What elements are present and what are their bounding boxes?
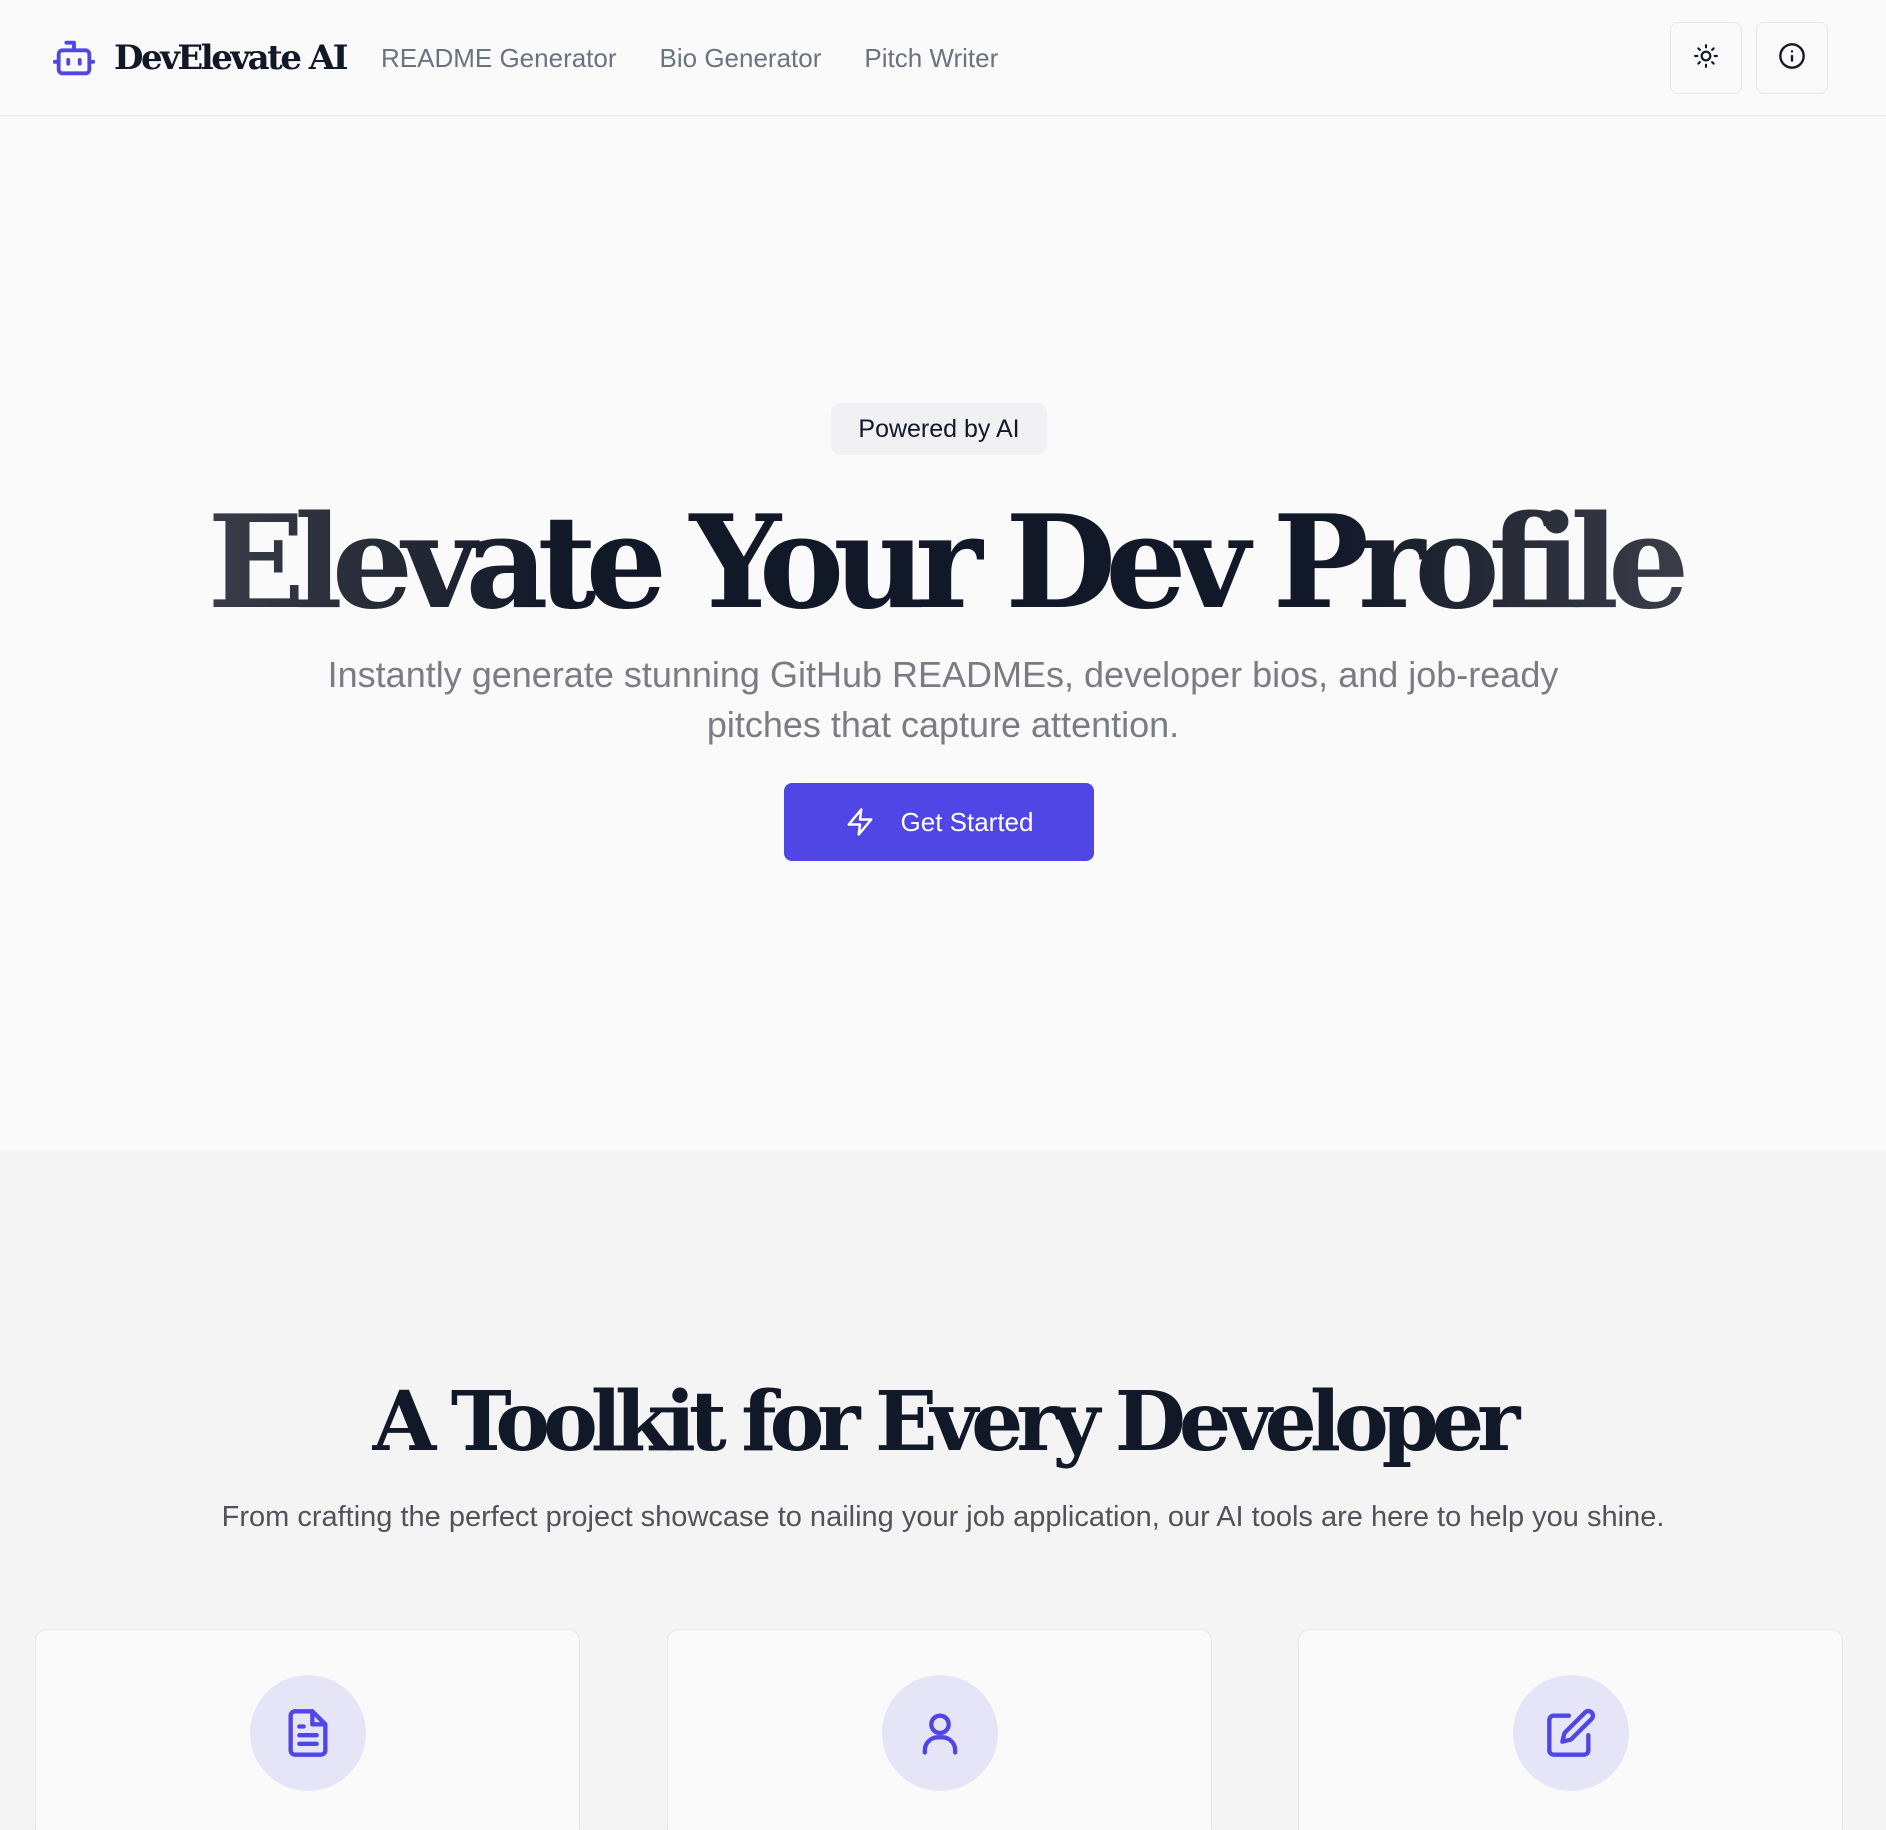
main-nav: README Generator Bio Generator Pitch Wri… [381,38,998,78]
user-icon [914,1707,966,1759]
zap-icon [845,807,875,837]
file-text-icon [282,1707,334,1759]
features-subtitle: From crafting the perfect project showca… [221,1501,1665,1533]
features-title: A Toolkit for Every Developer [372,1374,1521,1470]
info-button[interactable] [1756,22,1828,94]
brand-name: DevElevate AI [114,38,349,78]
get-started-label: Get Started [900,806,1034,837]
feature-card-readme[interactable] [35,1629,580,1830]
feature-icon-circle [882,1675,998,1791]
top-nav-bar: DevElevate AI README Generator Bio Gener… [0,0,1886,116]
nav-link-bio-generator[interactable]: Bio Generator [660,43,822,74]
powered-by-badge: Powered by AI [831,403,1047,455]
info-icon [1778,42,1806,75]
nav-link-pitch-writer[interactable]: Pitch Writer [864,43,998,74]
feature-card-bio[interactable] [667,1629,1212,1830]
theme-toggle-button[interactable] [1670,22,1742,94]
edit-icon [1545,1707,1597,1759]
nav-link-readme-generator[interactable]: README Generator [381,43,617,74]
hero-subtitle: Instantly generate stunning GitHub READM… [327,654,1559,745]
hero-title: Elevate Your Dev Profile [0,488,1886,638]
bot-icon [50,34,98,82]
sun-icon [1693,43,1719,74]
feature-card-pitch[interactable] [1298,1629,1843,1830]
get-started-button[interactable]: Get Started [784,783,1094,861]
brand-logo[interactable]: DevElevate AI [50,34,349,82]
feature-icon-circle [1513,1675,1629,1791]
feature-icon-circle [250,1675,366,1791]
